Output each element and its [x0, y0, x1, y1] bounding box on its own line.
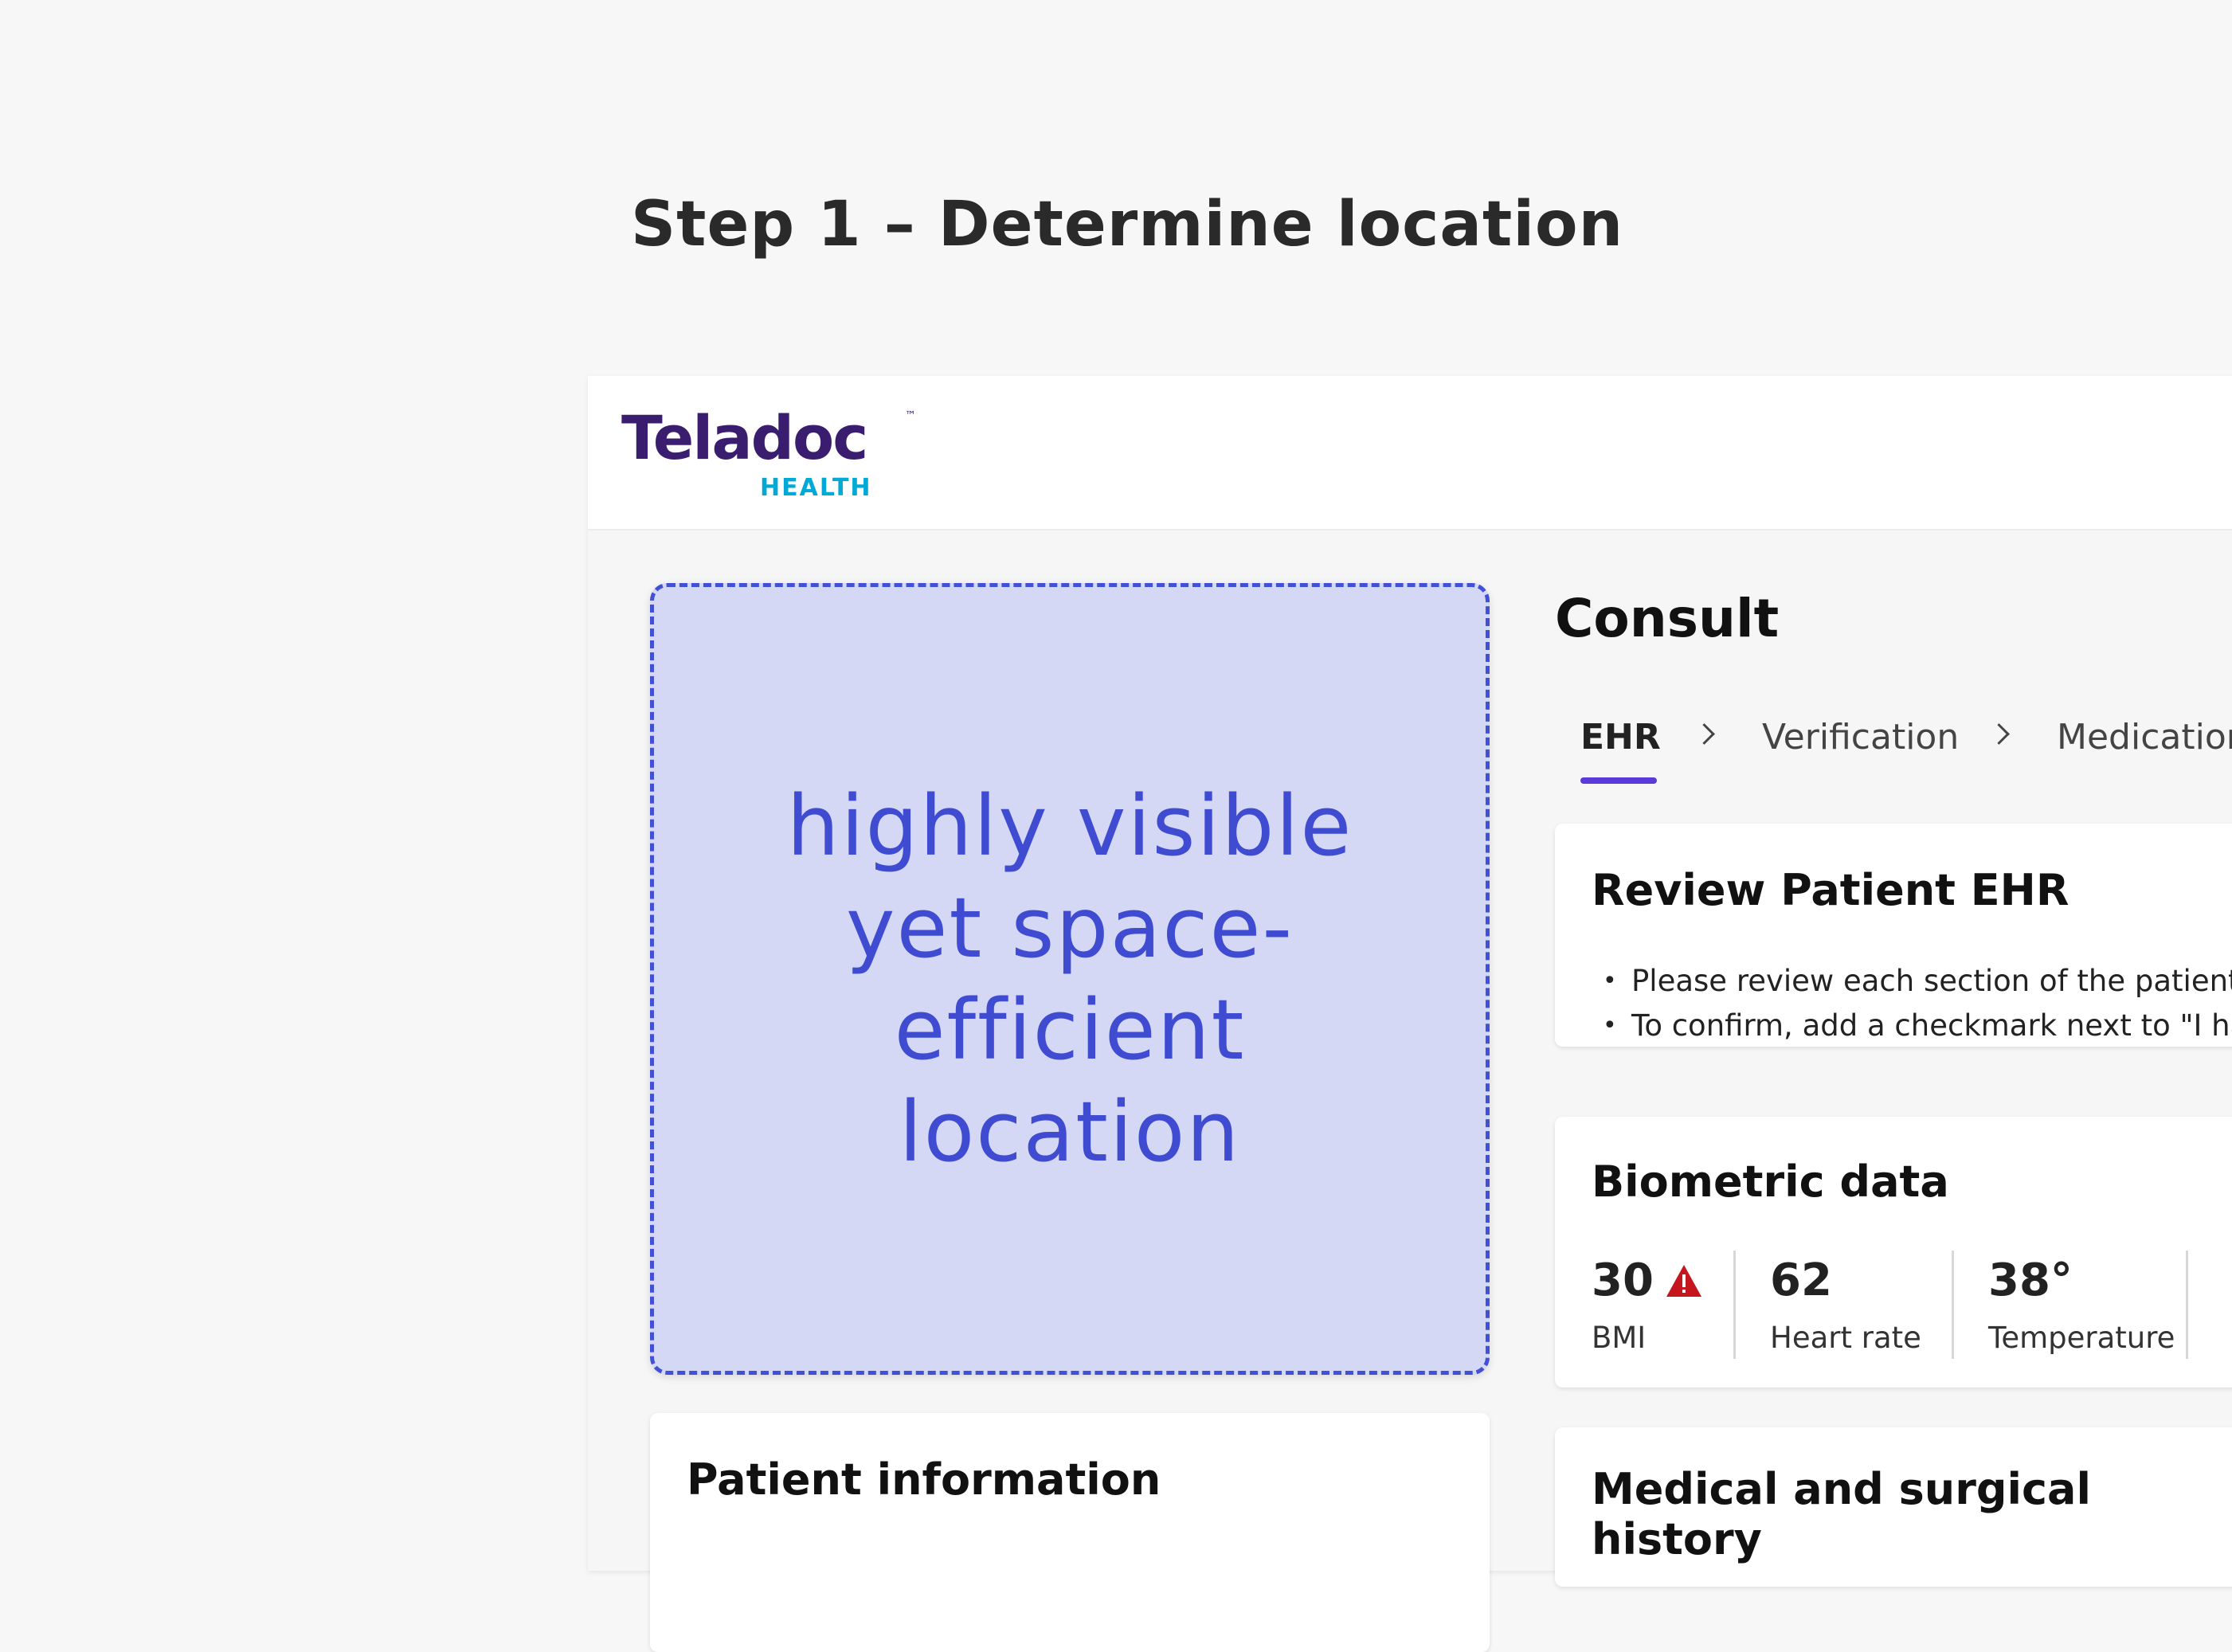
review-ehr-card: Review Patient EHR Please review each se…	[1555, 824, 2232, 1048]
logo-wordmark: Teladoc	[621, 402, 868, 473]
review-instructions: Please review each section of the patien…	[1603, 959, 2232, 1048]
heart-rate-label: Heart rate	[1770, 1321, 1921, 1355]
review-ehr-title: Review Patient EHR	[1592, 865, 2069, 915]
divider	[1952, 1251, 1954, 1359]
step-title: Step 1 – Determine location	[631, 189, 1624, 260]
logo-trademark: ™	[905, 409, 916, 422]
medical-history-title: Medical and surgical history	[1592, 1464, 2091, 1564]
tab-medication[interactable]: Medicatior	[2057, 717, 2232, 757]
placeholder-text: highly visible yet space-efficient locat…	[786, 777, 1353, 1180]
chevron-right-icon	[1694, 723, 1715, 745]
app-window: Teladoc ™ HEALTH highly visible yet spac…	[588, 376, 2232, 1652]
chevron-right-icon	[1988, 723, 2010, 745]
app-header: Teladoc ™ HEALTH	[588, 376, 2232, 530]
bmi-label: BMI	[1592, 1321, 1647, 1355]
bmi-value: 30	[1592, 1255, 1654, 1306]
consult-title: Consult	[1555, 588, 1780, 649]
logo-subtitle: HEALTH	[760, 474, 872, 502]
stat-heart-rate: 62 Heart rate	[1770, 1255, 1921, 1356]
divider	[1733, 1251, 1736, 1359]
consult-steps: EHR Verification Medicatior	[1580, 717, 2232, 781]
tab-ehr[interactable]: EHR	[1580, 717, 1661, 757]
warning-icon	[1666, 1265, 1701, 1297]
temperature-label: Temperature	[1988, 1321, 2175, 1355]
biometric-card: Biometric data 30 BMI 62 Heart rate 38° …	[1555, 1117, 2232, 1388]
tab-verification[interactable]: Verification	[1762, 717, 1959, 757]
patient-info-title: Patient information	[687, 1454, 1161, 1505]
divider	[2186, 1251, 2188, 1359]
biometric-title: Biometric data	[1592, 1157, 1949, 1207]
stat-temperature: 38° Temperature	[1988, 1255, 2175, 1356]
active-tab-indicator	[1580, 777, 1657, 784]
stat-bmi: 30 BMI	[1592, 1259, 1703, 1355]
instruction-item: To confirm, add a checkmark next to "I h…	[1603, 1004, 2232, 1048]
teladoc-logo[interactable]: Teladoc ™ HEALTH	[621, 402, 916, 519]
temperature-value: 38°	[1988, 1255, 2073, 1306]
placeholder-area: highly visible yet space-efficient locat…	[650, 583, 1490, 1375]
heart-rate-value: 62	[1770, 1255, 1832, 1306]
patient-info-card: Patient information	[650, 1413, 1490, 1652]
instruction-item: Please review each section of the patien…	[1603, 959, 2232, 1004]
medical-history-card: Medical and surgical history	[1555, 1427, 2232, 1587]
